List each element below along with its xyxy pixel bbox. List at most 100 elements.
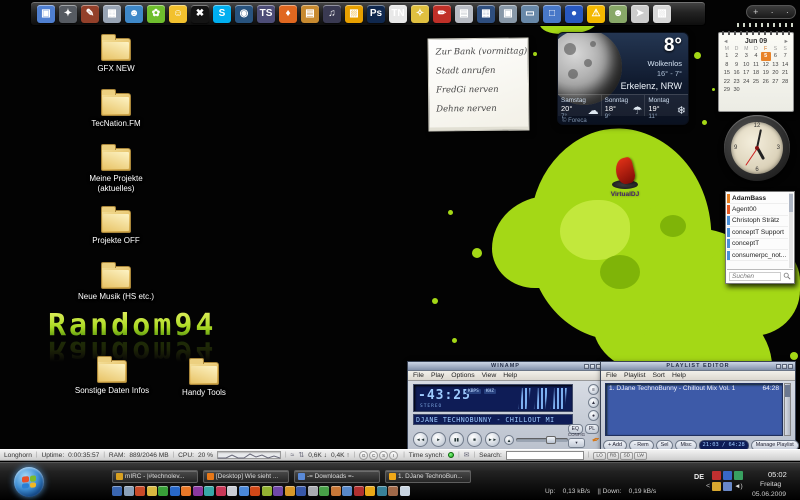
seek-slider[interactable] — [516, 438, 568, 442]
calendar-date-cell[interactable]: 18 — [751, 69, 761, 78]
calendar-date-cell[interactable]: 16 — [732, 69, 742, 78]
quicklaunch-icon[interactable] — [308, 486, 318, 496]
calendar-date-cell[interactable]: 27 — [771, 78, 781, 87]
calendar-prev-button[interactable]: ◄ — [723, 39, 728, 45]
calendar-date-cell[interactable]: 12 — [761, 61, 771, 70]
playlist-menu-item[interactable]: File — [606, 372, 617, 379]
monitor-g-button[interactable]: G — [359, 451, 368, 460]
buddy-list-item[interactable]: conceptT Support — [727, 227, 788, 238]
playlist-titlebar[interactable]: PLAYLIST EDITOR — [601, 362, 795, 371]
dock-zoom-control[interactable]: + · · — [746, 5, 796, 19]
folder-icon[interactable] — [189, 362, 219, 385]
dock-icon[interactable]: ▭ — [521, 5, 539, 23]
quicklaunch-icon[interactable] — [388, 486, 398, 496]
network-icon[interactable]: ⇅ — [298, 451, 304, 459]
taskbar-clock-time[interactable]: 05:02 — [768, 470, 787, 479]
close-button[interactable] — [788, 364, 793, 369]
monitor-s-button[interactable]: S — [379, 451, 388, 460]
dock-icon[interactable]: ➤ — [631, 5, 649, 23]
monitor-search-input[interactable] — [506, 451, 584, 460]
calendar-date-cell[interactable]: 2 — [732, 52, 742, 61]
calendar-date-cell[interactable]: 17 — [741, 69, 751, 78]
shade-button[interactable] — [782, 364, 787, 369]
quicklaunch-icon[interactable] — [135, 486, 145, 496]
dock-icon[interactable]: ⚠ — [587, 5, 605, 23]
calendar-date-cell[interactable] — [741, 86, 751, 95]
quicklaunch-icon[interactable] — [170, 486, 180, 496]
desktop-icon-handy-tools[interactable]: Handy Tools — [158, 362, 250, 398]
calendar-date-cell[interactable]: 14 — [780, 61, 790, 70]
dock-icon[interactable]: ▤ — [455, 5, 473, 23]
quicklaunch-icon[interactable] — [147, 486, 157, 496]
forecast-day[interactable]: Montag 19° 11° ❄ — [645, 95, 688, 116]
folder-icon[interactable] — [101, 38, 131, 61]
quicklaunch-icon[interactable] — [296, 486, 306, 496]
winamp-menu-item[interactable]: File — [413, 372, 424, 379]
playlist-menu-item[interactable]: Help — [672, 372, 686, 379]
calendar-date-cell[interactable]: 24 — [741, 78, 751, 87]
dock-icon[interactable]: ✏ — [433, 5, 451, 23]
calendar-date-cell[interactable]: 22 — [722, 78, 732, 87]
mail-icon[interactable]: ✉ — [464, 451, 470, 459]
monitor-sd-button[interactable]: SD — [620, 452, 633, 460]
buddy-list-item[interactable]: Agent00 — [727, 204, 788, 215]
dock-icon[interactable]: ▦ — [103, 5, 121, 23]
buddy-list-item[interactable]: consumerpc_not... — [727, 250, 788, 261]
monitor-rb-button[interactable]: RB — [607, 452, 620, 460]
winamp-menu-item[interactable]: Options — [451, 372, 474, 379]
dock-icon[interactable]: ▤ — [301, 5, 319, 23]
calendar-date-cell[interactable]: 29 — [722, 86, 732, 95]
language-indicator[interactable]: DE — [694, 472, 704, 481]
dock-icon[interactable]: ◉ — [235, 5, 253, 23]
playlist-scrollbar[interactable] — [784, 383, 791, 436]
buddy-list-item[interactable]: Christoph Strätz — [727, 216, 788, 227]
winamp-side-button[interactable]: ● — [588, 410, 599, 421]
taskbar-task-button[interactable]: [Desktop] Wie sieht ... — [203, 470, 289, 483]
app-dock[interactable]: ▣✦✎▦☻✿☺✖S◉TS♦▤♫▨PsTN✧✏▤▦▣▭□●⚠☻➤▧ — [30, 1, 706, 26]
calendar-date-cell[interactable]: 1 — [722, 52, 732, 61]
quicklaunch-icon[interactable] — [377, 486, 387, 496]
transport-button[interactable]: ■ — [467, 432, 482, 447]
config-control[interactable]: CONFIG ▾ — [568, 432, 585, 448]
dock-icon[interactable]: ● — [565, 5, 583, 23]
desktop-icon-gfx-new[interactable]: GFX NEW — [70, 38, 162, 74]
desktop-icon-sonstige-daten[interactable]: Sonstige Daten Infos — [66, 360, 158, 396]
calendar-date-cell[interactable]: 19 — [761, 69, 771, 78]
transport-button[interactable]: ►► — [485, 432, 500, 447]
tray-network-icon[interactable] — [723, 471, 732, 480]
config-dropdown[interactable]: ▾ — [568, 438, 585, 448]
quicklaunch-icon[interactable] — [319, 486, 329, 496]
dock-icon[interactable]: ▦ — [477, 5, 495, 23]
calendar-date-cell[interactable]: 9 — [732, 61, 742, 70]
eject-button[interactable]: ▲ — [504, 435, 514, 445]
dock-icon[interactable]: ✿ — [147, 5, 165, 23]
playlist-menu-item[interactable]: Sort — [652, 372, 664, 379]
calendar-date-cell[interactable]: 25 — [751, 78, 761, 87]
quicklaunch-icon[interactable] — [273, 486, 283, 496]
calendar-date-cell[interactable]: 8 — [722, 61, 732, 70]
calendar-date-cell[interactable]: 13 — [771, 61, 781, 70]
winamp-window[interactable]: WINAMP FilePlayOptionsViewHelp -43:25 KB… — [407, 361, 604, 455]
transport-button[interactable]: ▮▮ — [449, 432, 464, 447]
monitor-c-button[interactable]: C — [369, 451, 378, 460]
shade-button[interactable] — [590, 364, 595, 369]
quicklaunch-icon[interactable] — [342, 486, 352, 496]
taskbar-task-button[interactable]: -= Downloads =- — [294, 470, 380, 483]
calendar-date-cell[interactable]: 26 — [761, 78, 771, 87]
quicklaunch-icon[interactable] — [239, 486, 249, 496]
sound-icon[interactable]: ≈ — [291, 452, 295, 459]
taskbar-task-button[interactable]: mIRC - |#technolev... — [112, 470, 198, 483]
desktop-icon-tecnation-fm[interactable]: TecNation.FM — [70, 93, 162, 129]
playlist-menu-item[interactable]: Playlist — [624, 372, 646, 379]
forecast-day[interactable]: Samstag 20° 7° ☁ — [558, 95, 602, 116]
dock-icon[interactable]: ♫ — [323, 5, 341, 23]
desktop-icon-virtualdj[interactable]: VirtualDJ — [602, 158, 648, 198]
dock-icon[interactable]: S — [213, 5, 231, 23]
winamp-side-button[interactable]: ≡ — [588, 384, 599, 395]
quicklaunch-icon[interactable] — [250, 486, 260, 496]
calendar-date-cell[interactable] — [771, 86, 781, 95]
folder-icon[interactable] — [101, 266, 131, 289]
quicklaunch-icon[interactable] — [285, 486, 295, 496]
calendar-date-cell[interactable] — [751, 86, 761, 95]
seek-slider-thumb[interactable] — [546, 436, 556, 444]
